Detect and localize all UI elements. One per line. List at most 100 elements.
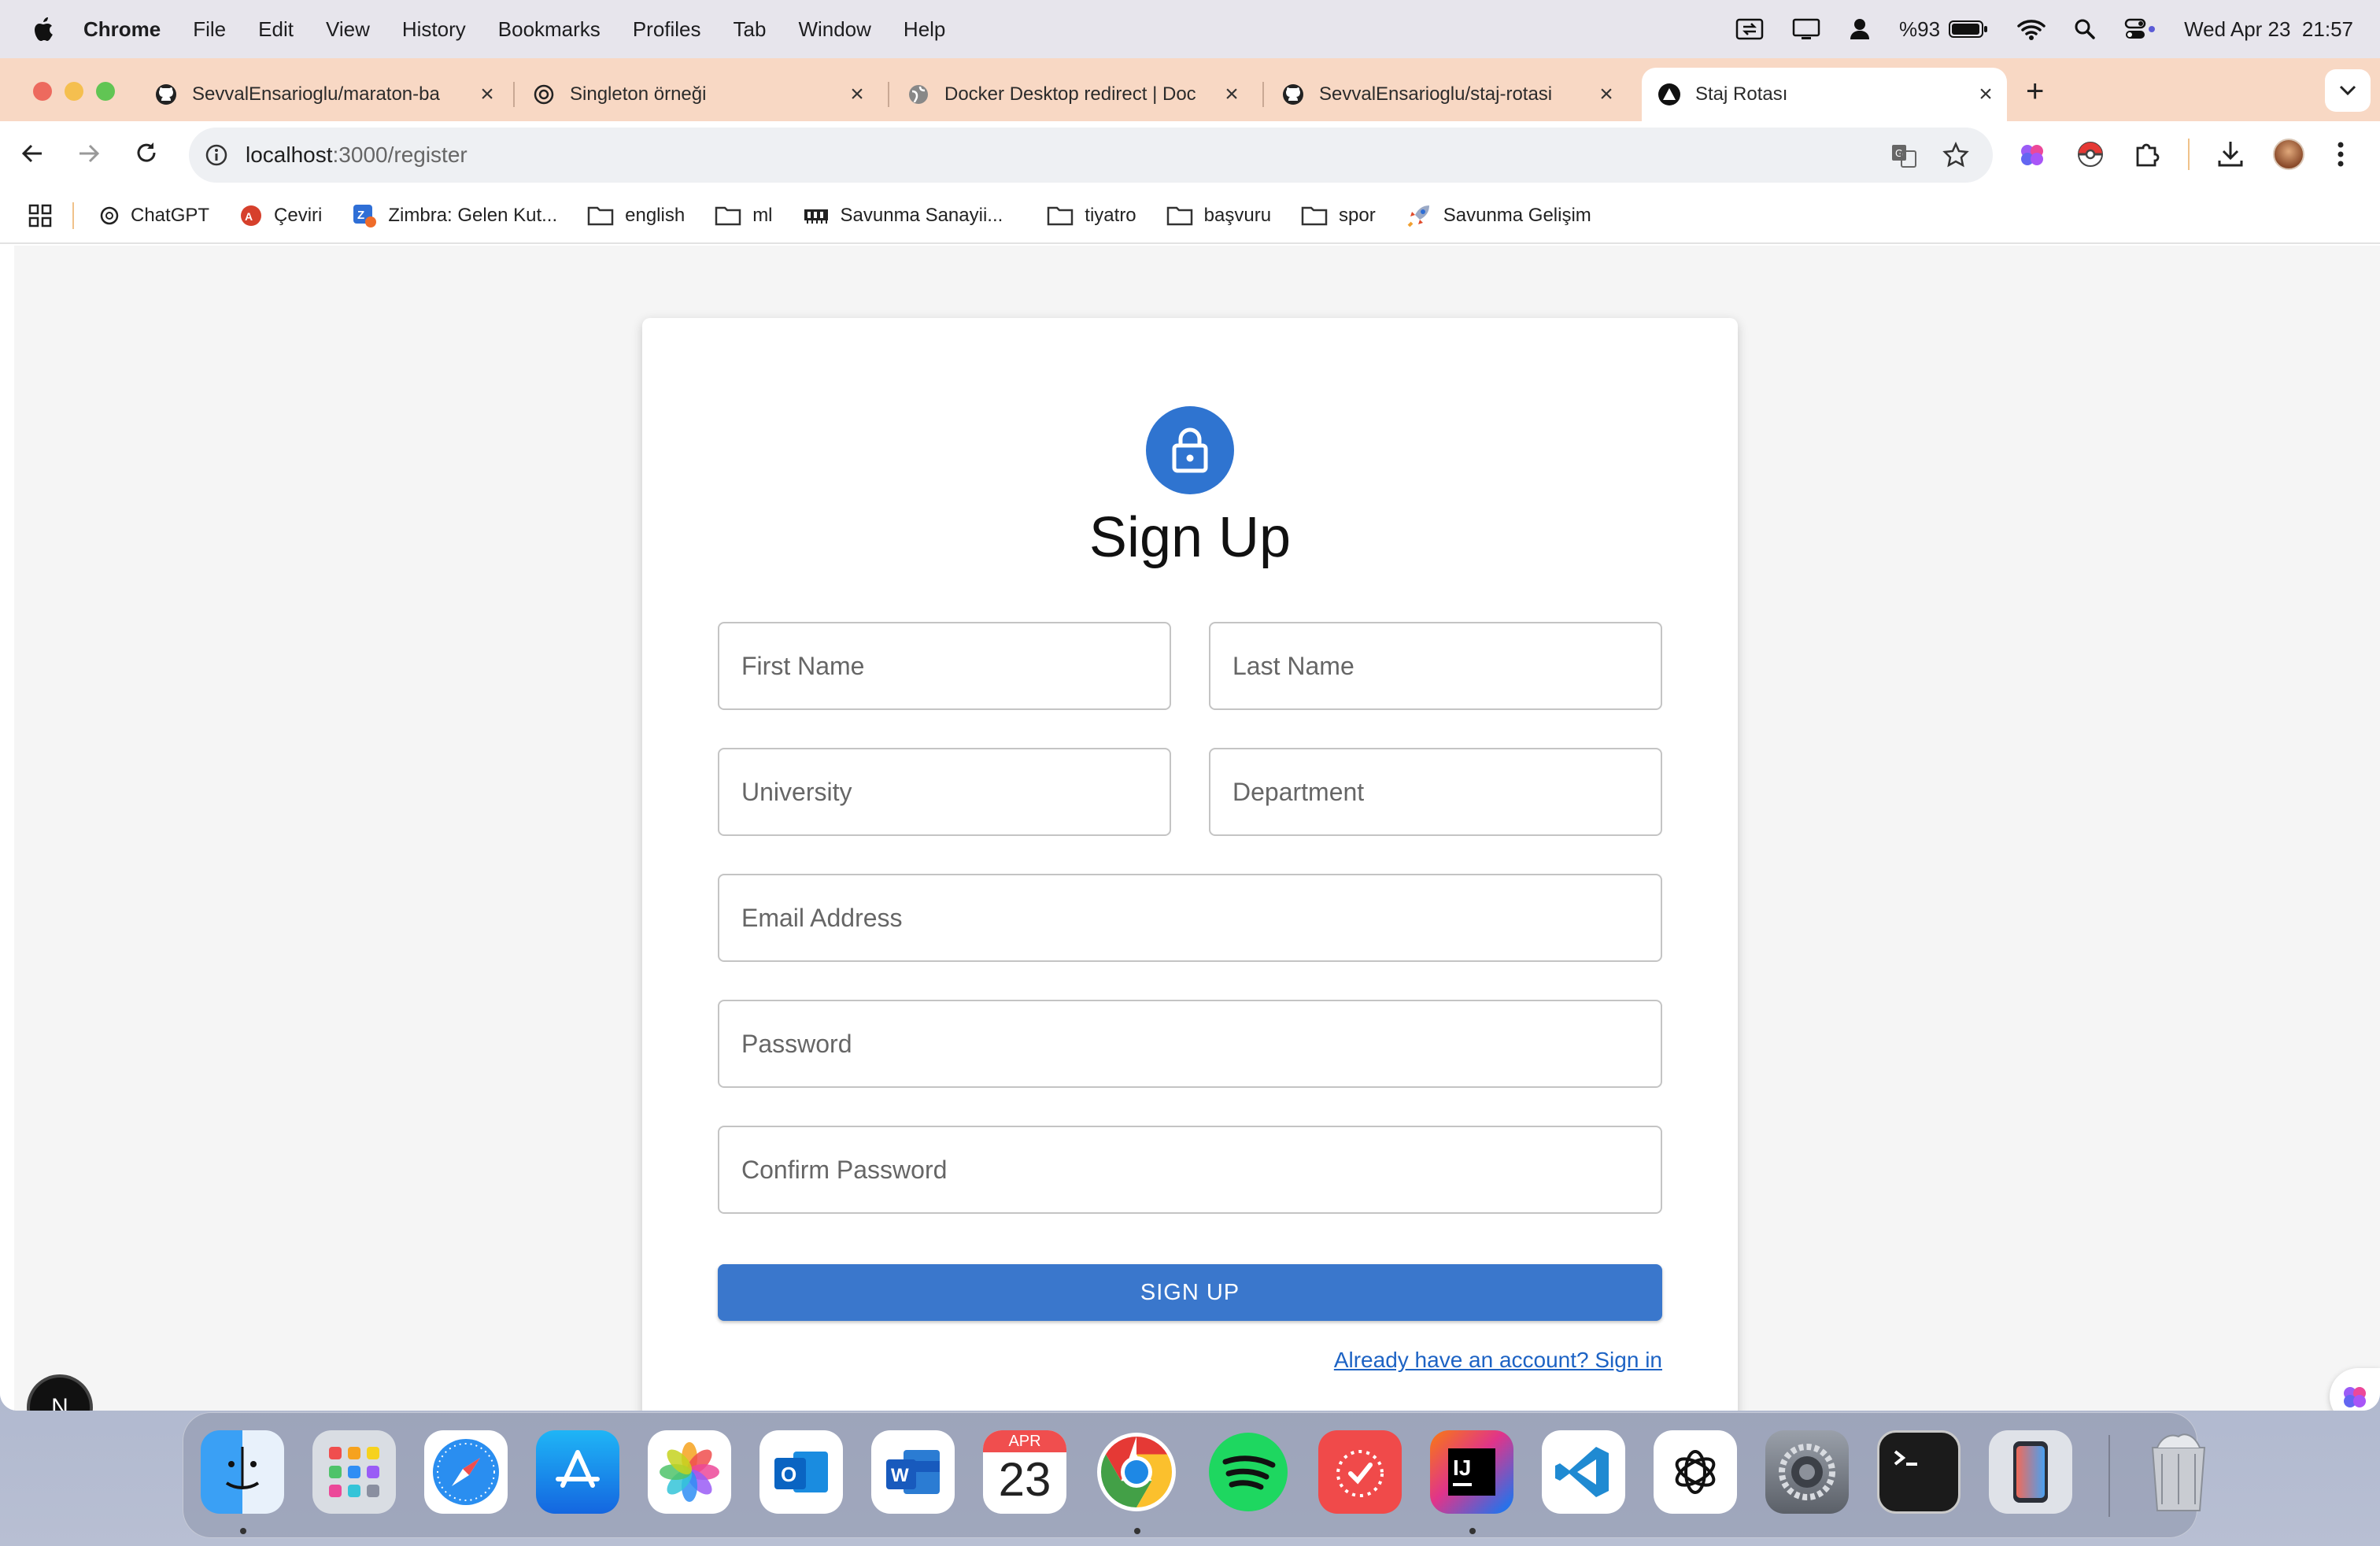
- menu-help[interactable]: Help: [904, 17, 945, 42]
- menu-edit[interactable]: Edit: [258, 17, 294, 42]
- bookmark-basvuru[interactable]: başvuru: [1166, 205, 1271, 227]
- menu-profiles[interactable]: Profiles: [633, 17, 701, 42]
- launchpad-icon[interactable]: [312, 1430, 396, 1514]
- bookmark-english[interactable]: english: [587, 205, 685, 227]
- word-icon[interactable]: W: [871, 1430, 955, 1514]
- globe-icon: [907, 83, 930, 106]
- bookmark-spor[interactable]: spor: [1301, 205, 1376, 227]
- display-icon[interactable]: [1792, 17, 1820, 41]
- app-store-icon[interactable]: [536, 1430, 619, 1514]
- forward-arrow-icon[interactable]: [77, 142, 101, 165]
- department-field[interactable]: Department: [1209, 748, 1662, 836]
- screen-share-icon[interactable]: [1735, 17, 1764, 41]
- tab-close-icon[interactable]: ×: [474, 81, 501, 108]
- user-icon[interactable]: [1849, 17, 1871, 41]
- system-settings-icon[interactable]: [1765, 1430, 1849, 1514]
- bookmark-zimbra[interactable]: Z Zimbra: Gelen Kut...: [352, 203, 557, 228]
- extensions-puzzle-icon[interactable]: [2133, 140, 2161, 168]
- address-bar[interactable]: localhost:3000/register G: [189, 128, 1993, 183]
- menu-window[interactable]: Window: [798, 17, 870, 42]
- password-field[interactable]: Password: [718, 1000, 1662, 1088]
- spotify-icon[interactable]: [1207, 1430, 1290, 1514]
- bookmark-chatgpt[interactable]: ChatGPT: [99, 205, 209, 227]
- tab-maraton[interactable]: SevvalEnsarioglu/maraton-ba ×: [154, 68, 501, 121]
- chrome-icon[interactable]: [1095, 1430, 1178, 1514]
- folder-icon: [1048, 206, 1074, 226]
- site-info-icon[interactable]: [205, 143, 228, 167]
- spotlight-search-icon[interactable]: [2074, 18, 2096, 40]
- menu-tab[interactable]: Tab: [734, 17, 767, 42]
- last-name-field[interactable]: Last Name: [1209, 622, 1662, 710]
- chatgpt-app-icon[interactable]: [1654, 1430, 1737, 1514]
- terminal-icon[interactable]: [1877, 1430, 1961, 1514]
- tab-staj-rotasi-repo[interactable]: SevvalEnsarioglu/staj-rotasi ×: [1281, 68, 1620, 121]
- trash-icon[interactable]: [2137, 1430, 2220, 1514]
- svg-text:O: O: [781, 1463, 796, 1486]
- back-arrow-icon[interactable]: [20, 142, 44, 165]
- nextjs-icon: [1658, 83, 1681, 106]
- window-close-button[interactable]: [33, 82, 52, 101]
- sign-in-link[interactable]: Already have an account? Sign in: [1334, 1348, 1662, 1373]
- iphone-mirroring-icon[interactable]: [1989, 1430, 2072, 1514]
- github-icon: [154, 83, 178, 106]
- finder-icon[interactable]: [201, 1430, 284, 1514]
- bookmark-tiyatro[interactable]: tiyatro: [1047, 205, 1136, 227]
- window-zoom-button[interactable]: [96, 82, 115, 101]
- nextjs-dev-badge[interactable]: N: [30, 1378, 90, 1411]
- photos-icon[interactable]: [648, 1430, 731, 1514]
- tab-search-button[interactable]: [2325, 69, 2371, 112]
- confirm-password-field[interactable]: Confirm Password: [718, 1126, 1662, 1214]
- tab-close-icon[interactable]: ×: [1218, 81, 1245, 108]
- menu-file[interactable]: File: [193, 17, 226, 42]
- menu-view[interactable]: View: [326, 17, 370, 42]
- reminders-clock-icon[interactable]: [1318, 1430, 1402, 1514]
- tab-close-icon[interactable]: ×: [1972, 81, 1999, 108]
- menu-bookmarks[interactable]: Bookmarks: [498, 17, 601, 42]
- apps-grid-icon[interactable]: [28, 204, 52, 227]
- bookmark-savunma-sanayii[interactable]: Savunma Sanayii...: [803, 205, 1003, 227]
- outlook-icon[interactable]: O: [759, 1430, 843, 1514]
- tab-docker[interactable]: Docker Desktop redirect | Doc ×: [907, 68, 1245, 121]
- chevron-down-icon: [2339, 85, 2356, 96]
- safari-icon[interactable]: [424, 1430, 508, 1514]
- tab-singleton[interactable]: Singleton örneği ×: [532, 68, 870, 121]
- menu-app-name[interactable]: Chrome: [83, 17, 161, 42]
- bookmark-ml[interactable]: ml: [715, 205, 773, 227]
- control-center-icon[interactable]: [2124, 18, 2156, 40]
- bookmark-ceviri[interactable]: A Çeviri: [239, 204, 322, 227]
- pokeball-extension-icon[interactable]: [2076, 140, 2105, 168]
- profile-avatar[interactable]: [2273, 139, 2304, 170]
- menu-history[interactable]: History: [402, 17, 466, 42]
- menubar-datetime[interactable]: Wed Apr 23 21:57: [2184, 17, 2353, 42]
- apple-icon[interactable]: [31, 17, 54, 42]
- tab-close-icon[interactable]: ×: [844, 81, 870, 108]
- download-icon[interactable]: [2216, 139, 2245, 168]
- calendar-icon[interactable]: APR 23: [983, 1430, 1066, 1514]
- sign-up-button[interactable]: SIGN UP: [718, 1264, 1662, 1321]
- battery-icon[interactable]: [1948, 19, 1989, 39]
- brain-extension-sidebar-button[interactable]: [2330, 1368, 2380, 1411]
- zimbra-icon: Z: [353, 205, 377, 227]
- dock: O W APR 23 IJ: [183, 1412, 2206, 1538]
- more-menu-icon[interactable]: [2336, 140, 2345, 168]
- wifi-icon[interactable]: [2017, 18, 2046, 40]
- bookmark-savunma-gelisim[interactable]: Savunma Gelişim: [1406, 202, 1591, 229]
- first-name-placeholder: First Name: [741, 651, 865, 680]
- new-tab-icon[interactable]: +: [2026, 74, 2044, 109]
- brain-extension-icon[interactable]: [2018, 140, 2046, 168]
- window-minimize-button[interactable]: [65, 82, 83, 101]
- vscode-icon[interactable]: [1542, 1430, 1625, 1514]
- tab-close-icon[interactable]: ×: [1593, 81, 1620, 108]
- tab-staj-rotasi[interactable]: Staj Rotası ×: [1642, 68, 2007, 121]
- bookmark-star-icon[interactable]: [1942, 142, 1969, 168]
- bookmark-label: Savunma Gelişim: [1443, 205, 1591, 226]
- reload-icon[interactable]: [134, 140, 159, 165]
- first-name-field[interactable]: First Name: [718, 622, 1171, 710]
- university-field[interactable]: University: [718, 748, 1171, 836]
- rocket-icon: [1407, 205, 1429, 227]
- email-field[interactable]: Email Address: [718, 874, 1662, 962]
- folder-icon: [587, 206, 614, 226]
- url-text[interactable]: localhost:3000/register: [246, 142, 468, 168]
- intellij-icon[interactable]: IJ: [1430, 1430, 1513, 1514]
- translate-icon[interactable]: G: [1890, 143, 1917, 168]
